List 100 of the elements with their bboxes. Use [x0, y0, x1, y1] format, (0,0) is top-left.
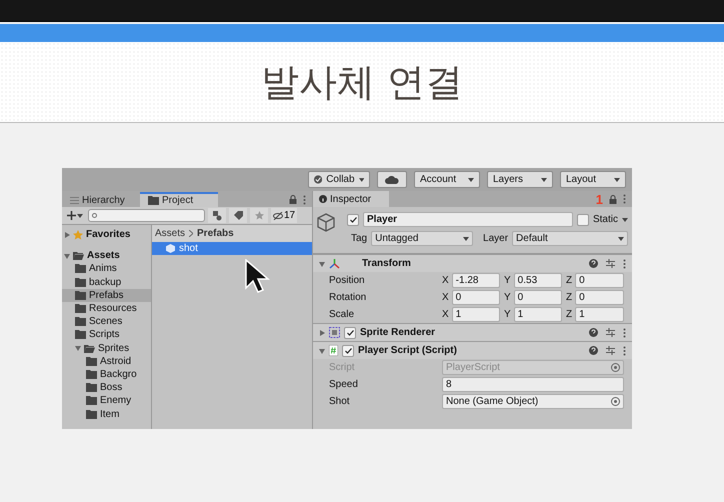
folder-icon: [75, 330, 86, 340]
layer-label: Layer: [483, 233, 508, 244]
component-header[interactable]: Transform: [313, 254, 632, 272]
number-field[interactable]: 1: [452, 307, 500, 322]
number-field[interactable]: 1: [514, 307, 562, 322]
more-icon[interactable]: [303, 194, 306, 204]
folder-icon: [86, 396, 97, 406]
type-filter-button[interactable]: [208, 208, 226, 223]
foldout-arrow-icon[interactable]: [64, 252, 70, 259]
star-icon: [73, 230, 83, 240]
slide-title: 발사체 연결: [260, 58, 464, 106]
add-button[interactable]: [65, 208, 85, 223]
search-icon: [92, 213, 98, 219]
lock-icon[interactable]: [609, 194, 617, 204]
component-header[interactable]: Sprite Renderer: [313, 323, 632, 341]
tree-item[interactable]: Scripts: [62, 328, 151, 342]
folder-icon: [75, 264, 86, 274]
component-header[interactable]: Player Script (Script): [313, 341, 632, 359]
folder-icon: [84, 344, 95, 353]
enable-checkbox[interactable]: [342, 344, 354, 356]
cloud-icon: [385, 176, 399, 184]
folder-icon: [86, 410, 97, 419]
foldout-arrow-icon[interactable]: [319, 348, 325, 354]
number-field[interactable]: 0: [452, 290, 500, 305]
breadcrumb-link[interactable]: Assets: [155, 228, 186, 239]
tree-item[interactable]: Resources: [62, 302, 151, 316]
asset-item[interactable]: shot: [152, 242, 312, 255]
inspector-tab[interactable]: Inspector: [313, 191, 389, 207]
caret-icon: [622, 218, 628, 222]
number-field[interactable]: 0: [514, 290, 562, 305]
property-label: Rotation: [329, 292, 368, 303]
more-icon[interactable]: [623, 258, 626, 268]
tree-item[interactable]: Sprites: [62, 342, 151, 355]
help-icon[interactable]: [589, 346, 598, 355]
dropdown-button[interactable]: Layers: [487, 171, 553, 188]
dropdown-button[interactable]: Account: [414, 171, 480, 188]
axis-label: X: [442, 309, 449, 320]
number-field[interactable]: -1.28: [452, 273, 500, 288]
info-icon: [319, 195, 327, 203]
target-icon[interactable]: [611, 397, 620, 406]
lock-icon[interactable]: [289, 195, 297, 204]
tree-item[interactable]: backup: [62, 276, 151, 289]
tree-item[interactable]: Boss: [62, 381, 151, 394]
layer-dropdown[interactable]: Default: [512, 231, 628, 246]
star-icon: [254, 211, 264, 220]
caret-icon: [618, 236, 624, 240]
check-circle-icon: [314, 175, 322, 184]
tree-item[interactable]: Anims: [62, 262, 151, 276]
search-field[interactable]: [88, 209, 205, 222]
checkmark-icon: [346, 330, 354, 336]
breadcrumb-link[interactable]: Prefabs: [197, 228, 234, 239]
static-checkbox[interactable]: [576, 214, 589, 226]
tree-item[interactable]: Prefabs: [62, 288, 151, 302]
settings-icon[interactable]: [606, 328, 615, 337]
caret-icon: [468, 178, 474, 182]
number-field[interactable]: 0: [575, 273, 624, 288]
more-icon[interactable]: [623, 194, 626, 204]
tag-dropdown[interactable]: Untagged: [371, 231, 474, 246]
cloud-button[interactable]: [377, 171, 407, 188]
object-field[interactable]: None (Game Object): [442, 394, 624, 409]
caret-icon: [358, 178, 364, 182]
name-field[interactable]: Player: [363, 212, 573, 227]
number-field[interactable]: 0.53: [514, 273, 562, 288]
dropdown-button[interactable]: Layout: [560, 171, 626, 188]
component-title: Player Script (Script): [358, 345, 457, 356]
tree-item[interactable]: Astroid: [62, 354, 151, 368]
settings-icon[interactable]: [606, 259, 615, 268]
folder-icon: [86, 356, 97, 366]
panel-tab[interactable]: Project: [140, 192, 218, 207]
tag-icon: [234, 211, 242, 220]
caret-icon: [614, 178, 620, 182]
more-icon[interactable]: [623, 346, 626, 356]
axis-label: X: [442, 275, 449, 286]
label-filter-button[interactable]: [229, 208, 247, 223]
tree-item[interactable]: Item: [62, 407, 151, 421]
foldout-arrow-icon[interactable]: [319, 330, 325, 336]
tree-item[interactable]: Backgro: [62, 368, 151, 382]
tree-item[interactable]: Scenes: [62, 315, 151, 328]
number-field[interactable]: 0: [575, 290, 624, 305]
number-field[interactable]: 1: [575, 307, 624, 322]
property-label: Speed: [329, 379, 359, 390]
tree-item[interactable]: Enemy: [62, 394, 151, 408]
help-icon[interactable]: [589, 259, 598, 268]
enable-checkbox[interactable]: [344, 326, 356, 338]
tree-item[interactable]: Assets: [62, 249, 151, 262]
foldout-arrow-icon[interactable]: [75, 345, 81, 352]
collab-button[interactable]: Collab: [308, 171, 370, 188]
foldout-arrow-icon[interactable]: [319, 260, 325, 266]
hidden-count-button[interactable]: 17: [271, 208, 298, 223]
folder-icon: [75, 290, 86, 300]
settings-icon[interactable]: [606, 346, 615, 355]
component-title: Sprite Renderer: [360, 327, 436, 338]
tree-item[interactable]: Favorites: [62, 228, 151, 242]
folder-icon: [86, 370, 97, 379]
help-icon[interactable]: [589, 328, 598, 337]
foldout-arrow-icon[interactable]: [64, 232, 70, 238]
text-field[interactable]: 8: [442, 377, 624, 392]
active-checkbox[interactable]: [347, 214, 359, 226]
more-icon[interactable]: [623, 328, 626, 338]
panel-tab[interactable]: Hierarchy: [62, 192, 140, 207]
